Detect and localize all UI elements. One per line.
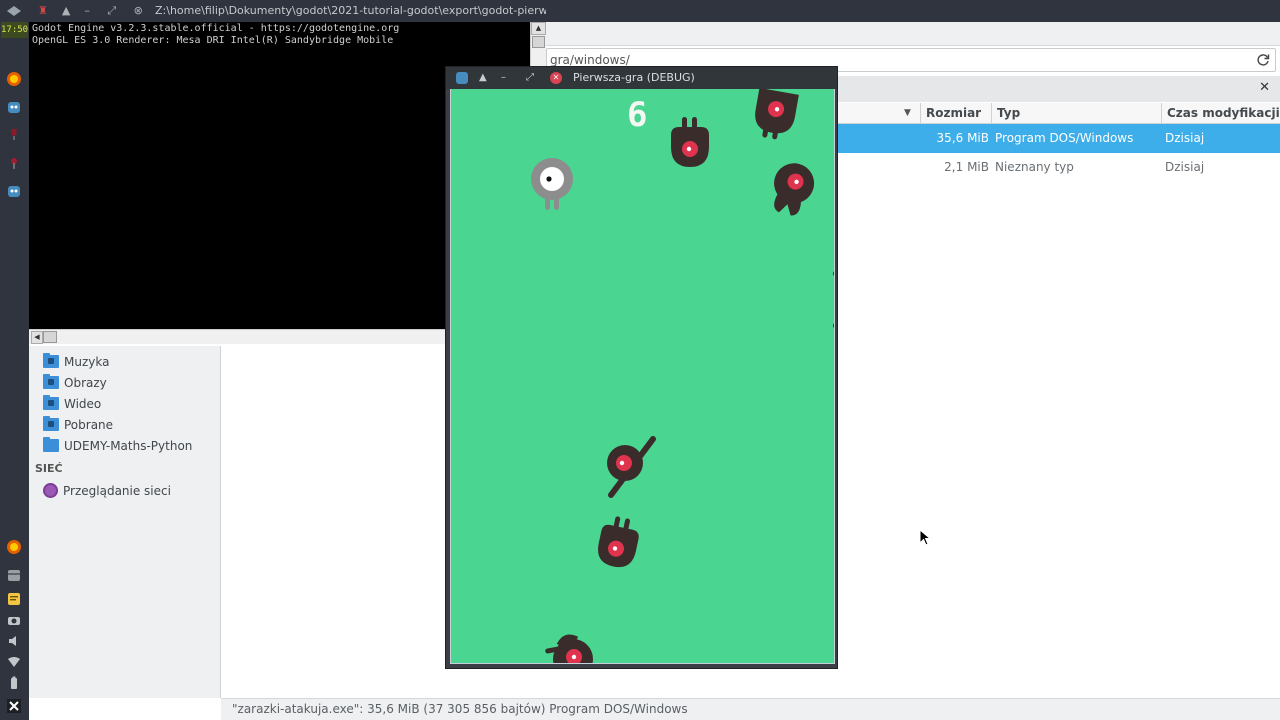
terminal-title-bar: ♜ ▲ – ⤢ ⊗ Z:\home\filip\Dokumenty\godot\…: [29, 0, 546, 22]
score-label: 6: [627, 95, 649, 135]
enemy-mob: [755, 89, 799, 140]
column-size[interactable]: Rozmiar: [920, 103, 991, 124]
scroll-left-icon[interactable]: ◀: [31, 331, 43, 344]
close-icon[interactable]: ⊗: [134, 4, 143, 17]
sidebar-item-label: UDEMY-Maths-Python: [64, 439, 193, 453]
godot-icon[interactable]: [5, 98, 23, 116]
minimize-icon[interactable]: –: [84, 4, 90, 17]
sidebar-item-label: Muzyka: [64, 355, 110, 369]
status-bar: "zarazki-atakuja.exe": 35,6 MiB (37 305 …: [221, 698, 1280, 720]
battery-icon[interactable]: [5, 674, 23, 692]
folder-icon: [43, 437, 59, 452]
game-window-title: Pierwsza-gra (DEBUG): [573, 71, 695, 84]
player-character: [531, 158, 573, 210]
keep-above-icon[interactable]: ▲: [62, 4, 70, 17]
close-icon[interactable]: ✕: [550, 72, 562, 84]
sidebar-item-label: Obrazy: [64, 376, 107, 390]
enemy-mob: [671, 117, 709, 167]
enemy-mob: [545, 634, 593, 663]
enemy-mob-offscreen: [833, 271, 834, 329]
sidebar-section-network: SIEĆ: [35, 462, 63, 475]
maximize-icon[interactable]: ⤢: [107, 4, 116, 17]
sidebar-item-label: Pobrane: [64, 418, 114, 432]
firefox-tray-icon[interactable]: [5, 538, 23, 556]
window-title-bar-background: [546, 0, 1280, 22]
file-type: Nieznany typ: [995, 160, 1074, 174]
sidebar-item-downloads[interactable]: Pobrane: [43, 415, 113, 435]
sidebar-item-videos[interactable]: Wideo: [43, 394, 101, 414]
sidebar-item-network-browse[interactable]: Przeglądanie sieci: [43, 481, 171, 501]
minimize-icon[interactable]: –: [501, 67, 506, 89]
wine-app-icon: ♜: [38, 4, 48, 17]
enemy-mob: [774, 163, 815, 216]
sidebar-item-udemy[interactable]: UDEMY-Maths-Python: [43, 436, 192, 456]
sidebar-item-label: Przeglądanie sieci: [63, 484, 171, 498]
application-menu-icon[interactable]: [5, 2, 23, 20]
file-manager-toolbar: [546, 22, 1280, 46]
downloads-folder-icon: [43, 416, 59, 431]
file-type: Program DOS/Windows: [995, 131, 1134, 145]
videos-folder-icon: [43, 395, 59, 410]
column-modified[interactable]: Czas modyfikacji: [1161, 103, 1280, 124]
file-modified: Dzisiaj: [1165, 160, 1205, 174]
network-icon[interactable]: [5, 653, 23, 671]
mouse-cursor-icon: [919, 529, 931, 546]
places-sidebar: Muzyka Obrazy Wideo Pobrane UDEMY-Maths-…: [29, 346, 221, 698]
sidebar-item-music[interactable]: Muzyka: [43, 352, 109, 372]
column-headers: ▼ Rozmiar Typ Czas modyfikacji: [836, 103, 1280, 124]
archive-icon[interactable]: [5, 566, 23, 584]
camera-icon[interactable]: [5, 611, 23, 629]
godot-app-icon: [456, 72, 468, 84]
vertical-scroll-thumb[interactable]: [532, 36, 545, 48]
taskbar: 17:50: [0, 0, 29, 720]
horizontal-scroll-thumb[interactable]: [43, 331, 57, 343]
column-type[interactable]: Typ: [991, 103, 1161, 124]
notes-icon[interactable]: [5, 590, 23, 608]
keep-above-icon[interactable]: ▲: [479, 67, 487, 89]
view-header: ✕: [836, 76, 1280, 102]
firefox-icon[interactable]: [5, 70, 23, 88]
scroll-up-icon[interactable]: ▲: [531, 22, 546, 35]
reload-icon[interactable]: [1255, 52, 1271, 68]
terminal-line: Godot Engine v3.2.3.stable.official - ht…: [32, 23, 400, 34]
maximize-icon[interactable]: ⤢: [526, 67, 534, 89]
game-window[interactable]: ▲ – ⤢ ✕ Pierwsza-gra (DEBUG) 6: [445, 66, 838, 669]
volume-icon[interactable]: [5, 632, 23, 650]
file-modified: Dzisiaj: [1165, 131, 1205, 145]
terminal-window-controls: ♜ ▲ – ⤢ ⊗: [38, 0, 143, 22]
terminal-line: OpenGL ES 3.0 Renderer: Mesa DRI Intel(R…: [32, 35, 394, 46]
sidebar-item-pictures[interactable]: Obrazy: [43, 373, 107, 393]
file-row[interactable]: 2,1 MiB Nieznany typ Dzisiaj: [836, 153, 1280, 182]
game-viewport[interactable]: 6: [450, 89, 835, 664]
clock[interactable]: 17:50: [1, 22, 28, 38]
enemy-mob: [607, 436, 656, 498]
wine-icon[interactable]: [5, 126, 23, 144]
music-folder-icon: [43, 353, 59, 368]
sort-arrow-icon[interactable]: ▼: [904, 108, 911, 118]
terminal-title: Z:\home\filip\Dokumenty\godot\2021-tutor…: [155, 4, 546, 17]
file-row[interactable]: 35,6 MiB Program DOS/Windows Dzisiaj: [836, 124, 1280, 153]
file-size: 2,1 MiB: [944, 160, 989, 174]
address-text: gra/windows/: [550, 53, 630, 67]
sidebar-item-label: Wideo: [64, 397, 102, 411]
network-browse-icon: [43, 483, 58, 498]
godot-running-icon[interactable]: [5, 182, 23, 200]
wine-glass-icon[interactable]: [5, 154, 23, 172]
file-size: 35,6 MiB: [936, 131, 989, 145]
close-view-icon[interactable]: ✕: [1259, 80, 1270, 95]
close-x-icon[interactable]: [5, 697, 23, 715]
game-window-title-bar[interactable]: ▲ – ⤢ ✕ Pierwsza-gra (DEBUG): [446, 67, 837, 89]
pictures-folder-icon: [43, 374, 59, 389]
enemy-mob: [598, 516, 639, 568]
